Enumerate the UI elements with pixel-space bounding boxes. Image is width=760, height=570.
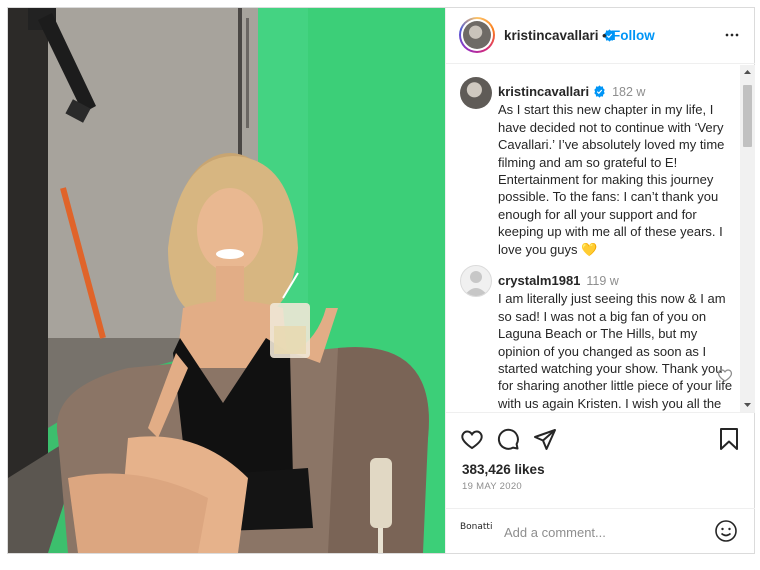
post-photo[interactable] bbox=[8, 8, 445, 553]
action-bar: 383,426 likes 19 MAY 2020 bbox=[446, 412, 755, 508]
caption-author-avatar[interactable] bbox=[460, 77, 492, 109]
post-modal: kristincavallari • Follow kristincavalla… bbox=[7, 7, 755, 554]
likes-count[interactable]: 383,426 likes bbox=[462, 462, 545, 477]
comment: crystalm1981 119 w I am literally just se… bbox=[498, 272, 734, 412]
caption-username[interactable]: kristincavallari bbox=[498, 84, 589, 99]
author-avatar[interactable] bbox=[459, 17, 495, 53]
header-separator: • bbox=[602, 28, 607, 43]
caption-time: 182 w bbox=[612, 85, 646, 99]
comment-time: 119 w bbox=[586, 274, 619, 288]
emoji-icon[interactable] bbox=[714, 519, 738, 543]
scrollbar-thumb[interactable] bbox=[743, 85, 752, 147]
post-date[interactable]: 19 MAY 2020 bbox=[462, 481, 522, 492]
avatar-image bbox=[463, 21, 491, 49]
add-comment-input[interactable] bbox=[502, 518, 706, 546]
bookmark-icon[interactable] bbox=[717, 427, 741, 451]
brand-label: Bonatti bbox=[460, 522, 493, 532]
verified-icon bbox=[594, 85, 605, 98]
commenter-avatar[interactable] bbox=[460, 265, 492, 297]
author-username: kristincavallari bbox=[504, 28, 599, 43]
post-header: kristincavallari • Follow bbox=[446, 8, 755, 64]
more-icon[interactable] bbox=[722, 25, 742, 45]
caption: kristincavallari 182 w As I start this ne… bbox=[498, 83, 734, 258]
default-avatar-icon bbox=[464, 271, 488, 296]
small-heart-icon[interactable] bbox=[717, 367, 733, 383]
comment-text: I am literally just seeing this now & I … bbox=[498, 291, 733, 411]
scroll-up-icon[interactable] bbox=[740, 65, 755, 79]
caption-text: As I start this new chapter in my life, … bbox=[498, 102, 725, 257]
follow-button[interactable]: Follow bbox=[612, 28, 655, 43]
comment-icon[interactable] bbox=[496, 427, 520, 451]
scroll-down-icon[interactable] bbox=[740, 398, 755, 412]
author-username-link[interactable]: kristincavallari bbox=[504, 28, 616, 43]
heart-icon[interactable] bbox=[460, 427, 484, 451]
comment-username[interactable]: crystalm1981 bbox=[498, 273, 580, 288]
share-icon[interactable] bbox=[533, 427, 557, 451]
post-sidebar: kristincavallari • Follow kristincavalla… bbox=[445, 8, 755, 553]
comments-scrollbar[interactable] bbox=[740, 65, 755, 412]
add-comment-bar: Bonatti bbox=[446, 508, 755, 553]
post-photo-illustration bbox=[8, 8, 445, 553]
comments-list[interactable]: kristincavallari 182 w As I start this ne… bbox=[446, 65, 755, 412]
